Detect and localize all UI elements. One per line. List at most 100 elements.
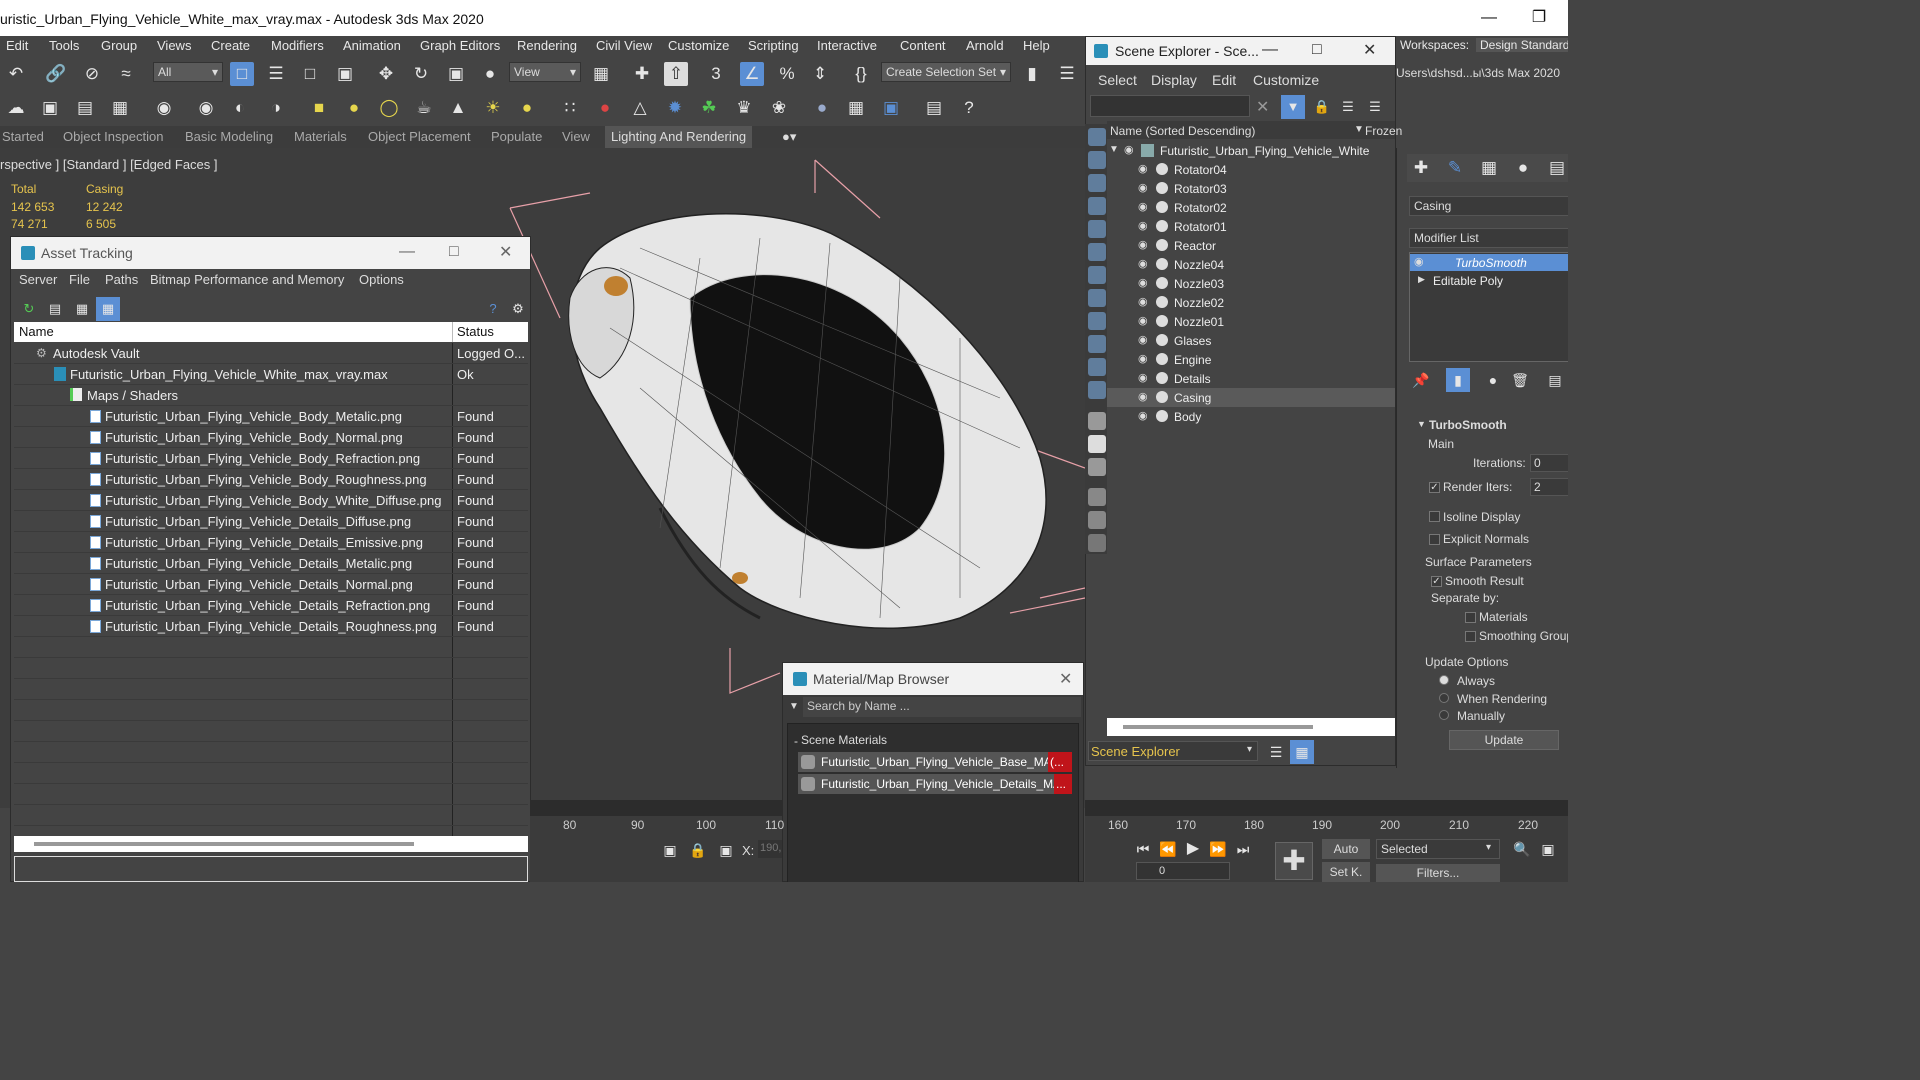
minimize-icon[interactable]: —: [399, 243, 415, 261]
filter-funnel-icon[interactable]: [1088, 488, 1106, 506]
current-frame-field[interactable]: 0: [1136, 862, 1230, 880]
tab-materials[interactable]: Materials: [294, 129, 347, 144]
display-hidden-icon[interactable]: [1088, 381, 1106, 399]
camera-icon[interactable]: ◉: [194, 96, 218, 120]
display-shapes-icon[interactable]: [1088, 174, 1106, 192]
menu-edit[interactable]: Edit: [6, 38, 28, 53]
menu-graph-editors[interactable]: Graph Editors: [420, 38, 500, 53]
materials-checkbox[interactable]: [1465, 612, 1476, 623]
cone-icon[interactable]: ▲: [446, 96, 470, 120]
pivot-center-icon[interactable]: ▦: [589, 62, 613, 86]
menu-server[interactable]: Server: [19, 272, 57, 287]
modify-tab-icon[interactable]: ✎: [1443, 156, 1467, 180]
timeline-ruler[interactable]: [1085, 800, 1568, 816]
hierarchy-view-icon[interactable]: ▦: [1290, 740, 1314, 764]
hierarchy-icon[interactable]: ☰: [1336, 95, 1360, 119]
menu-bitmap-performance[interactable]: Bitmap Performance and Memory: [150, 272, 344, 287]
tab-object-placement[interactable]: Object Placement: [368, 129, 471, 144]
scale-icon[interactable]: ▣: [444, 62, 468, 86]
asset-path-field[interactable]: [14, 856, 528, 882]
isoline-checkbox[interactable]: [1429, 511, 1440, 522]
box-icon[interactable]: ■: [307, 96, 331, 120]
col-name-header[interactable]: Name (Sorted Descending): [1110, 124, 1255, 138]
tree-item-rotator03[interactable]: ◉ Rotator03: [1107, 179, 1395, 198]
table-view-icon[interactable]: ▦: [96, 297, 120, 321]
table-row[interactable]: Futuristic_Urban_Flying_Vehicle_Body_Ref…: [14, 448, 528, 469]
set-key-button[interactable]: Set K.: [1322, 862, 1370, 882]
light-icon[interactable]: ◉: [152, 96, 176, 120]
asset-horizontal-scrollbar[interactable]: [14, 836, 528, 852]
section-collapse-icon[interactable]: -: [794, 734, 798, 748]
tree-item-reactor[interactable]: ◉ Reactor: [1107, 236, 1395, 255]
col-name-header[interactable]: Name: [19, 324, 54, 339]
funnel-icon[interactable]: [1088, 511, 1106, 529]
close-icon[interactable]: ✕: [499, 242, 512, 262]
hierarchy-tab-icon[interactable]: ▦: [1477, 156, 1501, 180]
tree-item-glases[interactable]: ◉ Glases: [1107, 331, 1395, 350]
tab-populate[interactable]: Populate: [491, 129, 542, 144]
close-icon[interactable]: ✕: [1059, 669, 1072, 689]
geosphere-icon[interactable]: ✹: [663, 96, 687, 120]
render-iters-spinner[interactable]: 2: [1530, 478, 1568, 496]
col-status-header[interactable]: Status: [457, 324, 494, 339]
render-iters-checkbox[interactable]: ✓: [1429, 482, 1440, 493]
scene-search-input[interactable]: [1090, 95, 1250, 117]
window-crossing-icon[interactable]: ▣: [333, 62, 357, 86]
table-row[interactable]: Maps / Shaders: [14, 385, 528, 406]
eye-icon[interactable]: ◉: [1138, 352, 1152, 366]
manually-radio[interactable]: [1439, 710, 1449, 720]
options-menu-icon[interactable]: ▼: [789, 701, 799, 712]
make-unique-icon[interactable]: ●: [1481, 368, 1505, 392]
rectangular-selection-icon[interactable]: □: [298, 62, 322, 86]
expand-icon[interactable]: ▶: [1418, 274, 1425, 285]
tree-item-nozzle04[interactable]: ◉ Nozzle04: [1107, 255, 1395, 274]
update-button[interactable]: Update: [1449, 730, 1559, 750]
display-tab-icon[interactable]: ▤: [1545, 156, 1568, 180]
percent-snap-icon[interactable]: %: [775, 62, 799, 86]
zoom-extents-icon[interactable]: ▣: [1536, 837, 1560, 861]
table-row[interactable]: Futuristic_Urban_Flying_Vehicle_Body_Nor…: [14, 427, 528, 448]
refresh-icon[interactable]: ↻: [17, 297, 41, 321]
omni-light-icon[interactable]: ●: [515, 96, 539, 120]
save-icon[interactable]: ▤: [922, 96, 946, 120]
eye-icon[interactable]: ◉: [1138, 257, 1152, 271]
stack-item-editable-poly[interactable]: ▶ Editable Poly: [1410, 272, 1568, 289]
stack-item-turbosmooth[interactable]: ◉ TurboSmooth: [1410, 254, 1568, 271]
remove-modifier-icon[interactable]: 🗑: [1508, 368, 1532, 392]
eye-icon[interactable]: ◉: [1138, 314, 1152, 328]
layer-icon[interactable]: ▤: [73, 96, 97, 120]
display-all-icon[interactable]: [1088, 128, 1106, 146]
eye-icon[interactable]: ◉: [1138, 219, 1152, 233]
selection-filter-dropdown[interactable]: All ▾: [153, 62, 223, 82]
explicit-normals-checkbox[interactable]: [1429, 534, 1440, 545]
keyboard-shortcut-override-icon[interactable]: ⇧: [664, 62, 688, 86]
scene-horizontal-scrollbar[interactable]: [1107, 718, 1395, 736]
menu-civil-view[interactable]: Civil View: [596, 38, 652, 53]
pin-stack-icon[interactable]: 📌: [1409, 368, 1433, 392]
display-frozen-icon[interactable]: [1088, 412, 1106, 430]
display-bones-icon[interactable]: [1088, 335, 1106, 353]
layers-icon[interactable]: ☰: [1264, 740, 1288, 764]
tree-root[interactable]: ▼ ◉ Futuristic_Urban_Flying_Vehicle_White: [1107, 141, 1395, 160]
isolate-selection-icon[interactable]: ▣: [658, 838, 682, 862]
menu-views[interactable]: Views: [157, 38, 191, 53]
eye-icon[interactable]: ◉: [1138, 181, 1152, 195]
eye-icon[interactable]: ◉: [1138, 200, 1152, 214]
motion-tab-icon[interactable]: ●: [1511, 156, 1535, 180]
scroll-thumb[interactable]: [1123, 725, 1313, 729]
grid-icon[interactable]: ▦: [108, 96, 132, 120]
snaps-toggle-icon[interactable]: 3: [704, 62, 728, 86]
tree-item-engine[interactable]: ◉ Engine: [1107, 350, 1395, 369]
place-icon[interactable]: ●: [478, 62, 502, 86]
absolute-mode-icon[interactable]: ▣: [714, 838, 738, 862]
table-row[interactable]: Futuristic_Urban_Flying_Vehicle_Details_…: [14, 553, 528, 574]
display-containers-icon[interactable]: [1088, 358, 1106, 376]
options-icon[interactable]: ☰: [1363, 95, 1387, 119]
eye-icon[interactable]: ◉: [1414, 255, 1424, 268]
display-geometry-icon[interactable]: [1088, 151, 1106, 169]
menu-scripting[interactable]: Scripting: [748, 38, 799, 53]
menu-help[interactable]: Help: [1023, 38, 1050, 53]
help-icon[interactable]: ?: [481, 297, 505, 321]
named-selection-dropdown[interactable]: Create Selection Set ▾: [881, 62, 1011, 82]
material-item[interactable]: Futuristic_Urban_Flying_Vehicle_Base_MAT…: [798, 752, 1072, 772]
